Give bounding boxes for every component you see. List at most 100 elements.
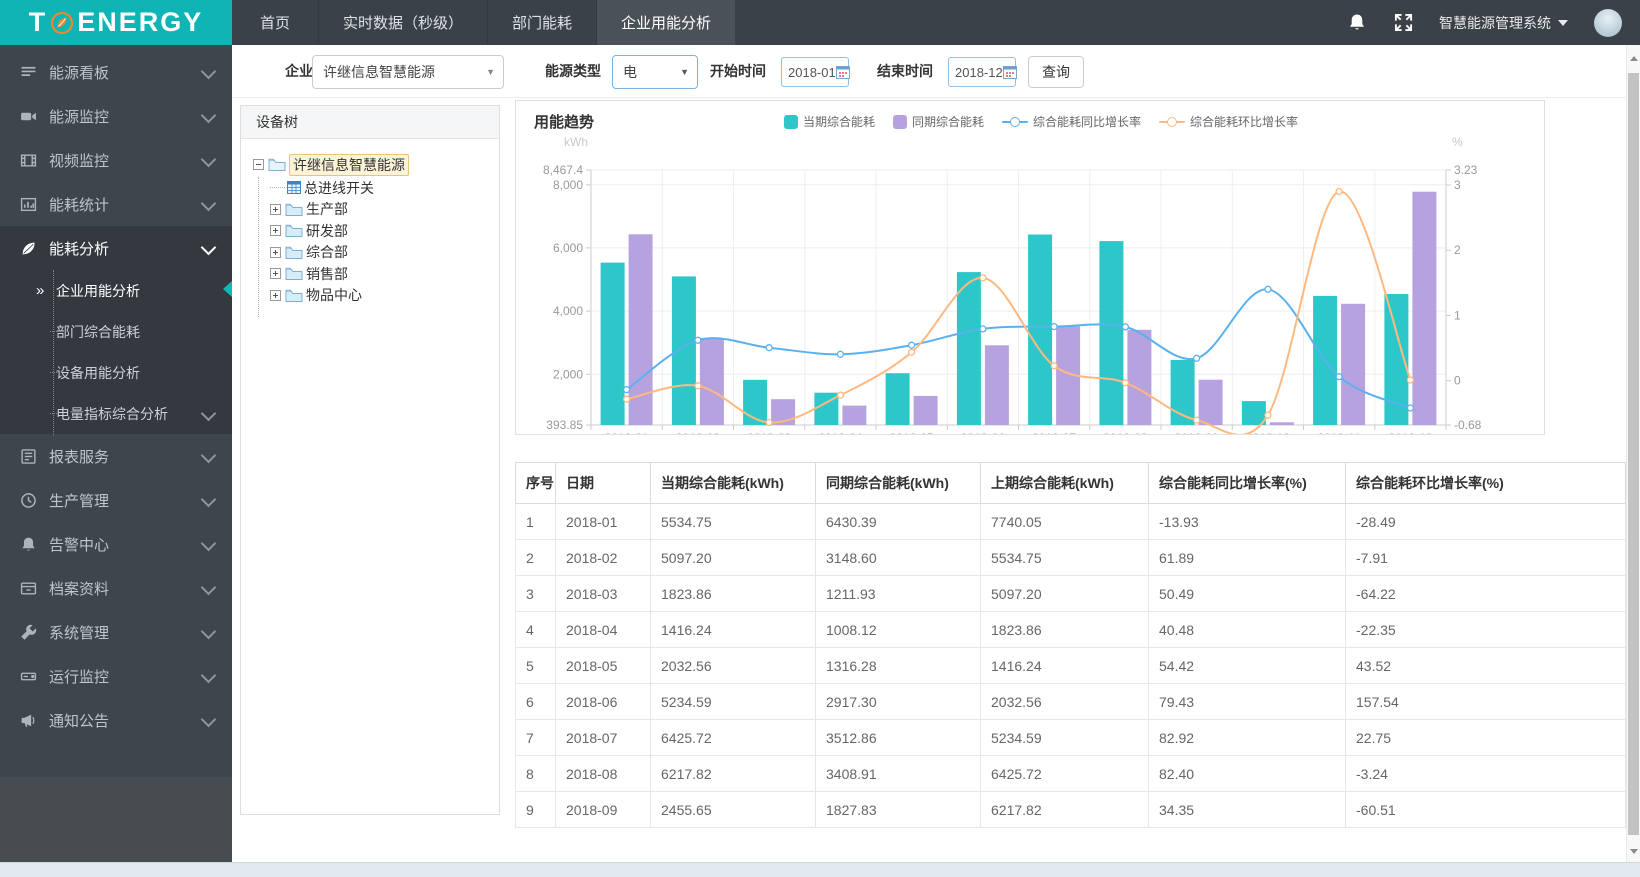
system-name-menu[interactable]: 智慧能源管理系统: [1439, 13, 1568, 33]
table-header-row: 序号 日期 当期综合能耗(kWh) 同期综合能耗(kWh) 上期综合能耗(kWh…: [515, 462, 1626, 504]
sidebar-item-report-service[interactable]: 报表服务: [0, 434, 232, 478]
tree-node-production[interactable]: 生产部: [270, 199, 499, 221]
sidebar-item-energy-dashboard[interactable]: 能源看板: [0, 50, 232, 94]
cell: 1823.86: [980, 611, 1149, 648]
sidebar-item-label: 运行监控: [49, 668, 110, 686]
sidebar: 能源看板 能源监控 视频监控 能耗统计 能耗分析 » 企业用能分析 部门综合能耗…: [0, 45, 232, 862]
svg-text:2018-04: 2018-04: [818, 431, 862, 434]
cell: 2018-06: [555, 683, 651, 720]
svg-text:2018-11: 2018-11: [1318, 431, 1361, 434]
expand-box-icon[interactable]: [270, 225, 281, 237]
user-avatar[interactable]: [1594, 8, 1622, 37]
col-header-yoy: 综合能耗同比增长率(%): [1148, 462, 1346, 504]
tree-node-rd[interactable]: 研发部: [270, 220, 499, 242]
wrench-icon: [20, 624, 37, 641]
end-time-label: 结束时间: [877, 63, 933, 79]
device-tree-panel: 设备树 许继信息智慧能源 总进线开关 生产部 研发部 综合部 销售部 物品中心: [240, 105, 500, 815]
top-nav: 首页 实时数据（秒级） 部门能耗 企业用能分析: [232, 0, 736, 45]
tree-node-label[interactable]: 研发部: [306, 221, 348, 241]
cell: 5234.59: [650, 683, 816, 720]
sidebar-item-archives[interactable]: 档案资料: [0, 566, 232, 610]
energy-type-value: 电: [623, 64, 637, 80]
sidebar-item-production-management[interactable]: 生产管理: [0, 478, 232, 522]
cell: 1211.93: [815, 575, 981, 612]
start-time-label: 开始时间: [710, 63, 766, 79]
tree-node-label-root[interactable]: 许继信息智慧能源: [289, 153, 409, 176]
scroll-down-arrow[interactable]: [1627, 844, 1640, 858]
cell: 1008.12: [815, 611, 981, 648]
folder-icon: [285, 223, 303, 238]
energy-type-select[interactable]: 电 ▼: [612, 55, 698, 89]
cell: 2032.56: [650, 647, 816, 684]
cell: 1: [515, 503, 556, 540]
cell: 6430.39: [815, 503, 981, 540]
fullscreen-icon[interactable]: [1393, 13, 1413, 33]
query-button[interactable]: 查询: [1028, 56, 1084, 88]
scrollbar-thumb[interactable]: [1628, 73, 1639, 835]
nav-tab-home[interactable]: 首页: [232, 0, 318, 45]
cell: -7.91: [1345, 539, 1626, 576]
sidebar-subitem-power-index-analysis[interactable]: 电量指标综合分析: [0, 393, 232, 434]
end-date-input[interactable]: [949, 64, 1003, 80]
company-select[interactable]: 许继信息智慧能源 ▼: [312, 55, 504, 89]
tree-node-label[interactable]: 生产部: [306, 199, 348, 219]
sidebar-item-label: 能耗统计: [49, 196, 110, 214]
sidebar-subitem-department-energy[interactable]: 部门综合能耗: [0, 311, 232, 352]
calendar-icon[interactable]: [1003, 65, 1017, 79]
tree-stub: [50, 371, 57, 374]
tree-node-general[interactable]: 综合部: [270, 242, 499, 264]
chevron-down-icon: [200, 151, 217, 169]
nav-tab-realtime-data[interactable]: 实时数据（秒级）: [318, 0, 487, 45]
hard-drive-icon: [20, 668, 37, 685]
cell: 6: [515, 683, 556, 720]
sidebar-item-energy-monitoring[interactable]: 能源监控: [0, 94, 232, 138]
notification-bell-icon[interactable]: [1347, 13, 1367, 33]
horizontal-scrollbar-track[interactable]: [0, 862, 1640, 877]
tree-node-label[interactable]: 综合部: [306, 242, 348, 262]
sidebar-item-notice[interactable]: 通知公告: [0, 698, 232, 742]
meter-icon: [287, 181, 301, 195]
start-date-field: [781, 57, 850, 87]
expand-box-icon[interactable]: [270, 203, 281, 215]
tree-node-root[interactable]: 许继信息智慧能源: [253, 152, 499, 177]
company-label: 企业: [285, 63, 313, 79]
sidebar-item-operation-monitoring[interactable]: 运行监控: [0, 654, 232, 698]
company-select-value: 许继信息智慧能源: [323, 64, 435, 80]
expand-box-icon[interactable]: [270, 268, 281, 280]
cell: 5534.75: [650, 503, 816, 540]
system-name-label: 智慧能源管理系统: [1439, 14, 1551, 31]
sidebar-subitem-enterprise-analysis[interactable]: » 企业用能分析: [0, 270, 232, 311]
sidebar-item-alarm-center[interactable]: 告警中心: [0, 522, 232, 566]
tree-stub: [270, 187, 285, 189]
sidebar-item-energy-analysis[interactable]: 能耗分析: [0, 226, 232, 270]
sidebar-subitem-label: 设备用能分析: [56, 364, 140, 381]
sidebar-item-system-management[interactable]: 系统管理: [0, 610, 232, 654]
sidebar-item-video-monitoring[interactable]: 视频监控: [0, 138, 232, 182]
tree-node-label[interactable]: 销售部: [306, 264, 348, 284]
cell: 157.54: [1345, 683, 1626, 720]
header-right-tools: 智慧能源管理系统: [1347, 0, 1640, 45]
vertical-scrollbar[interactable]: [1626, 45, 1640, 862]
calendar-icon[interactable]: [836, 65, 850, 79]
start-date-input[interactable]: [782, 64, 836, 80]
nav-tab-department-energy[interactable]: 部门能耗: [487, 0, 596, 45]
sidebar-subitem-device-energy[interactable]: 设备用能分析: [0, 352, 232, 393]
svg-text:2018-12: 2018-12: [1388, 431, 1432, 434]
energy-type-label: 能源类型: [545, 63, 601, 79]
cell: 2018-01: [555, 503, 651, 540]
tree-node-label[interactable]: 物品中心: [306, 285, 362, 305]
tree-node-meter[interactable]: 总进线开关: [270, 177, 499, 199]
expand-box-icon[interactable]: [270, 289, 281, 301]
cell: 2018-05: [555, 647, 651, 684]
sidebar-item-energy-statistics[interactable]: 能耗统计: [0, 182, 232, 226]
expand-box-icon[interactable]: [270, 246, 281, 258]
nav-tab-enterprise-analysis[interactable]: 企业用能分析: [596, 0, 736, 45]
scroll-up-arrow[interactable]: [1627, 51, 1640, 65]
collapse-box-icon[interactable]: [253, 159, 264, 170]
tree-node-label[interactable]: 总进线开关: [304, 178, 374, 198]
tree-node-sales[interactable]: 销售部: [270, 263, 499, 285]
tree-stub: [50, 330, 57, 333]
tree-node-goods-center[interactable]: 物品中心: [270, 285, 499, 307]
main-content: 企业 许继信息智慧能源 ▼ 能源类型 电 ▼ 开始时间 结束时间 查询 设备树: [232, 45, 1626, 862]
chevron-down-icon: [200, 667, 217, 685]
